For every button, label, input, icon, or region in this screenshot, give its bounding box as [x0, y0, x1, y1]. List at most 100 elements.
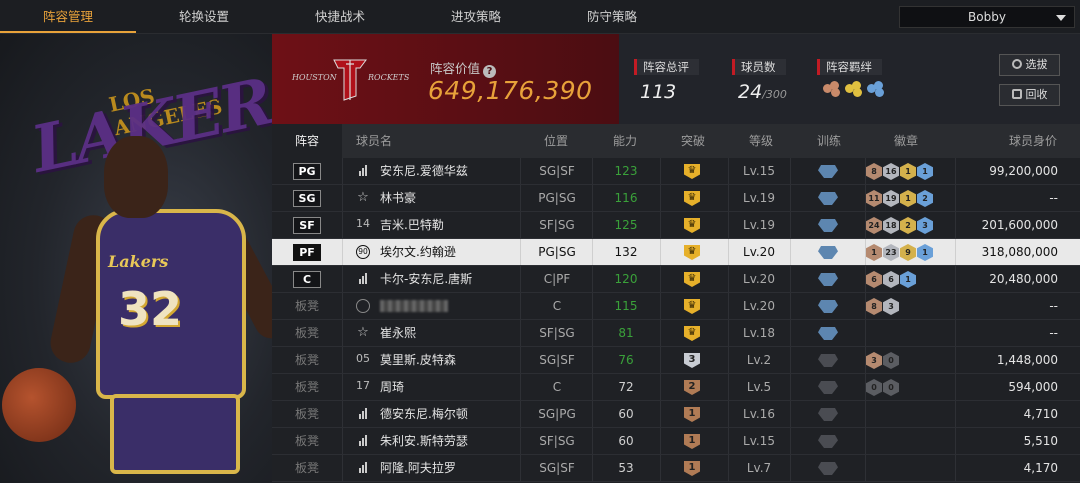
tab-rotation[interactable]: 轮换设置: [136, 0, 272, 33]
tab-offense[interactable]: 进攻策略: [408, 0, 544, 33]
bond-stat: 阵容羁绊: [817, 56, 885, 97]
player-name[interactable]: 莫里斯.皮特森: [380, 347, 456, 373]
tab-defense[interactable]: 防守策略: [544, 0, 680, 33]
badge-list[interactable]: 8 16 1 1: [866, 163, 933, 180]
lineup-bench[interactable]: 板凳: [272, 374, 342, 400]
lineup-bench[interactable]: 板凳: [272, 428, 342, 454]
badge-hex-icon: 6: [866, 271, 882, 288]
col-training[interactable]: 训练: [817, 124, 841, 158]
team-value-label: 阵容价值?: [430, 58, 497, 78]
training-icon[interactable]: [818, 435, 838, 448]
select-button[interactable]: 选拔: [999, 54, 1060, 76]
training-icon[interactable]: [818, 462, 838, 475]
training-icon[interactable]: [818, 219, 838, 232]
player-name[interactable]: 安东尼.爱德华兹: [380, 158, 468, 184]
training-icon[interactable]: [818, 300, 838, 313]
player-name[interactable]: 埃尔文.约翰逊: [380, 239, 456, 265]
player-name[interactable]: 林书豪: [380, 185, 416, 211]
col-badges[interactable]: 徽章: [894, 124, 918, 158]
badge-list[interactable]: 83: [866, 298, 899, 315]
training-icon[interactable]: [818, 354, 838, 367]
table-row[interactable]: 板凳 ☆ 崔永熙 SF|SG 81 ♛ Lv.18 --: [272, 320, 1080, 347]
col-level[interactable]: 等级: [749, 124, 773, 158]
bond-gold-icon[interactable]: [845, 81, 863, 97]
top-nav: 阵容管理 轮换设置 快捷战术 进攻策略 防守策略 Bobby: [0, 0, 1080, 34]
tier-number-icon: 17: [356, 379, 370, 392]
team-header: HOUSTON ROCKETS 阵容价值? 649,176,390 阵容总评 1…: [272, 34, 1080, 124]
col-player-name[interactable]: 球员名: [356, 124, 392, 158]
col-lineup[interactable]: 阵容: [272, 124, 342, 158]
player-position: SF|SG: [539, 218, 575, 232]
table-row[interactable]: SF 14 吉米.巴特勒 SF|SG 125 ♛ Lv.19 24 18 2 3 201,600,00…: [272, 212, 1080, 239]
bond-blue-icon[interactable]: [867, 81, 885, 97]
logo-text-left: HOUSTON: [291, 73, 338, 82]
tier-bars-icon: [356, 434, 370, 448]
overall-stat: 阵容总评 113: [634, 56, 699, 103]
table-row[interactable]: 板凳 C 115 ♛ Lv.20 8 3 --: [272, 293, 1080, 320]
lineup-slot[interactable]: SF: [272, 212, 342, 238]
players-stat: 球员数 24/300: [732, 56, 787, 103]
lineup-position-badge: C: [293, 271, 321, 288]
table-row[interactable]: 板凳 05 莫里斯.皮特森 SG|SF 76 3 Lv.2 3 0 1,448,000: [272, 347, 1080, 374]
player-name[interactable]: 崔永熙: [380, 320, 416, 346]
badge-hex-icon: 3: [917, 217, 933, 234]
player-ability: 76: [618, 353, 634, 367]
table-row[interactable]: C 卡尔-安东尼.唐斯 C|PF 120 ♛ Lv.20 6 6 1 20,480,000: [272, 266, 1080, 293]
badge-hex-icon: 1: [917, 163, 933, 180]
lineup-slot[interactable]: PG: [272, 158, 342, 184]
bond-bronze-icon[interactable]: [823, 81, 841, 97]
lineup-bench[interactable]: 板凳: [272, 401, 342, 427]
col-position[interactable]: 位置: [544, 124, 568, 158]
player-name[interactable]: 吉米.巴特勒: [380, 212, 444, 238]
table-row[interactable]: 板凳 阿隆.阿夫拉罗 SG|SF 53 1 Lv.7 4,170: [272, 455, 1080, 482]
player-ability: 123: [614, 164, 638, 178]
lineup-bench[interactable]: 板凳: [272, 455, 342, 481]
table-row[interactable]: SG ☆ 林书豪 PG|SG 116 ♛ Lv.19 11 19 1 2 --: [272, 185, 1080, 212]
training-icon[interactable]: [818, 192, 838, 205]
badge-list[interactable]: 661: [866, 271, 916, 288]
players-max: /300: [762, 88, 787, 101]
lineup-slot[interactable]: PF: [272, 239, 342, 265]
bond-icons[interactable]: [817, 81, 885, 97]
badge-hex-icon: 1: [900, 163, 916, 180]
training-icon[interactable]: [818, 273, 838, 286]
table-row[interactable]: 板凳 17 周琦 C 72 2 Lv.5 0 0 594,000: [272, 374, 1080, 401]
lineup-slot[interactable]: SG: [272, 185, 342, 211]
player-name[interactable]: 朱利安.斯特劳瑟: [380, 428, 468, 454]
badge-list[interactable]: 11 19 1 2: [866, 190, 933, 207]
badge-list[interactable]: 30: [866, 352, 899, 369]
crown-icon: ♛: [684, 272, 702, 287]
tab-lineup[interactable]: 阵容管理: [0, 0, 136, 33]
lineup-slot[interactable]: C: [272, 266, 342, 292]
table-row[interactable]: 板凳 德安东尼.梅尔顿 SG|PG 60 1 Lv.16 4,710: [272, 401, 1080, 428]
player-name[interactable]: 周琦: [380, 374, 404, 400]
player-name[interactable]: 德安东尼.梅尔顿: [380, 401, 468, 427]
lineup-bench[interactable]: 板凳: [272, 293, 342, 319]
training-icon[interactable]: [818, 381, 838, 394]
training-icon[interactable]: [818, 327, 838, 340]
player-name-hidden[interactable]: [380, 300, 448, 312]
overall-label: 阵容总评: [634, 59, 699, 75]
user-select[interactable]: Bobby: [899, 6, 1075, 28]
table-row[interactable]: PF 90 埃尔文.约翰逊 PG|SG 132 ♛ Lv.20 1 23 9 1 318,080,00…: [272, 239, 1080, 266]
col-player-value[interactable]: 球员身价: [1009, 124, 1057, 158]
badge-list[interactable]: 24 18 2 3: [866, 217, 933, 234]
breakthrough-count: 3: [684, 353, 700, 368]
training-icon[interactable]: [818, 246, 838, 259]
badge-list[interactable]: 00: [866, 379, 899, 396]
lineup-bench[interactable]: 板凳: [272, 347, 342, 373]
crown-icon: ♛: [684, 299, 702, 314]
col-breakthrough[interactable]: 突破: [681, 124, 705, 158]
training-icon[interactable]: [818, 408, 838, 421]
table-row[interactable]: PG 安东尼.爱德华兹 SG|SF 123 ♛ Lv.15 8 16 1 1 99,200,000: [272, 158, 1080, 185]
col-ability[interactable]: 能力: [613, 124, 637, 158]
lineup-bench[interactable]: 板凳: [272, 320, 342, 346]
badge-hex-icon: 1: [900, 271, 916, 288]
player-name[interactable]: 卡尔-安东尼.唐斯: [380, 266, 472, 292]
recycle-button[interactable]: 回收: [999, 84, 1060, 106]
tab-quick-tactics[interactable]: 快捷战术: [272, 0, 408, 33]
table-row[interactable]: 板凳 朱利安.斯特劳瑟 SF|SG 60 1 Lv.15 5,510: [272, 428, 1080, 455]
training-icon[interactable]: [818, 165, 838, 178]
badge-list[interactable]: 1 23 9 1: [866, 244, 933, 261]
player-name[interactable]: 阿隆.阿夫拉罗: [380, 455, 456, 481]
